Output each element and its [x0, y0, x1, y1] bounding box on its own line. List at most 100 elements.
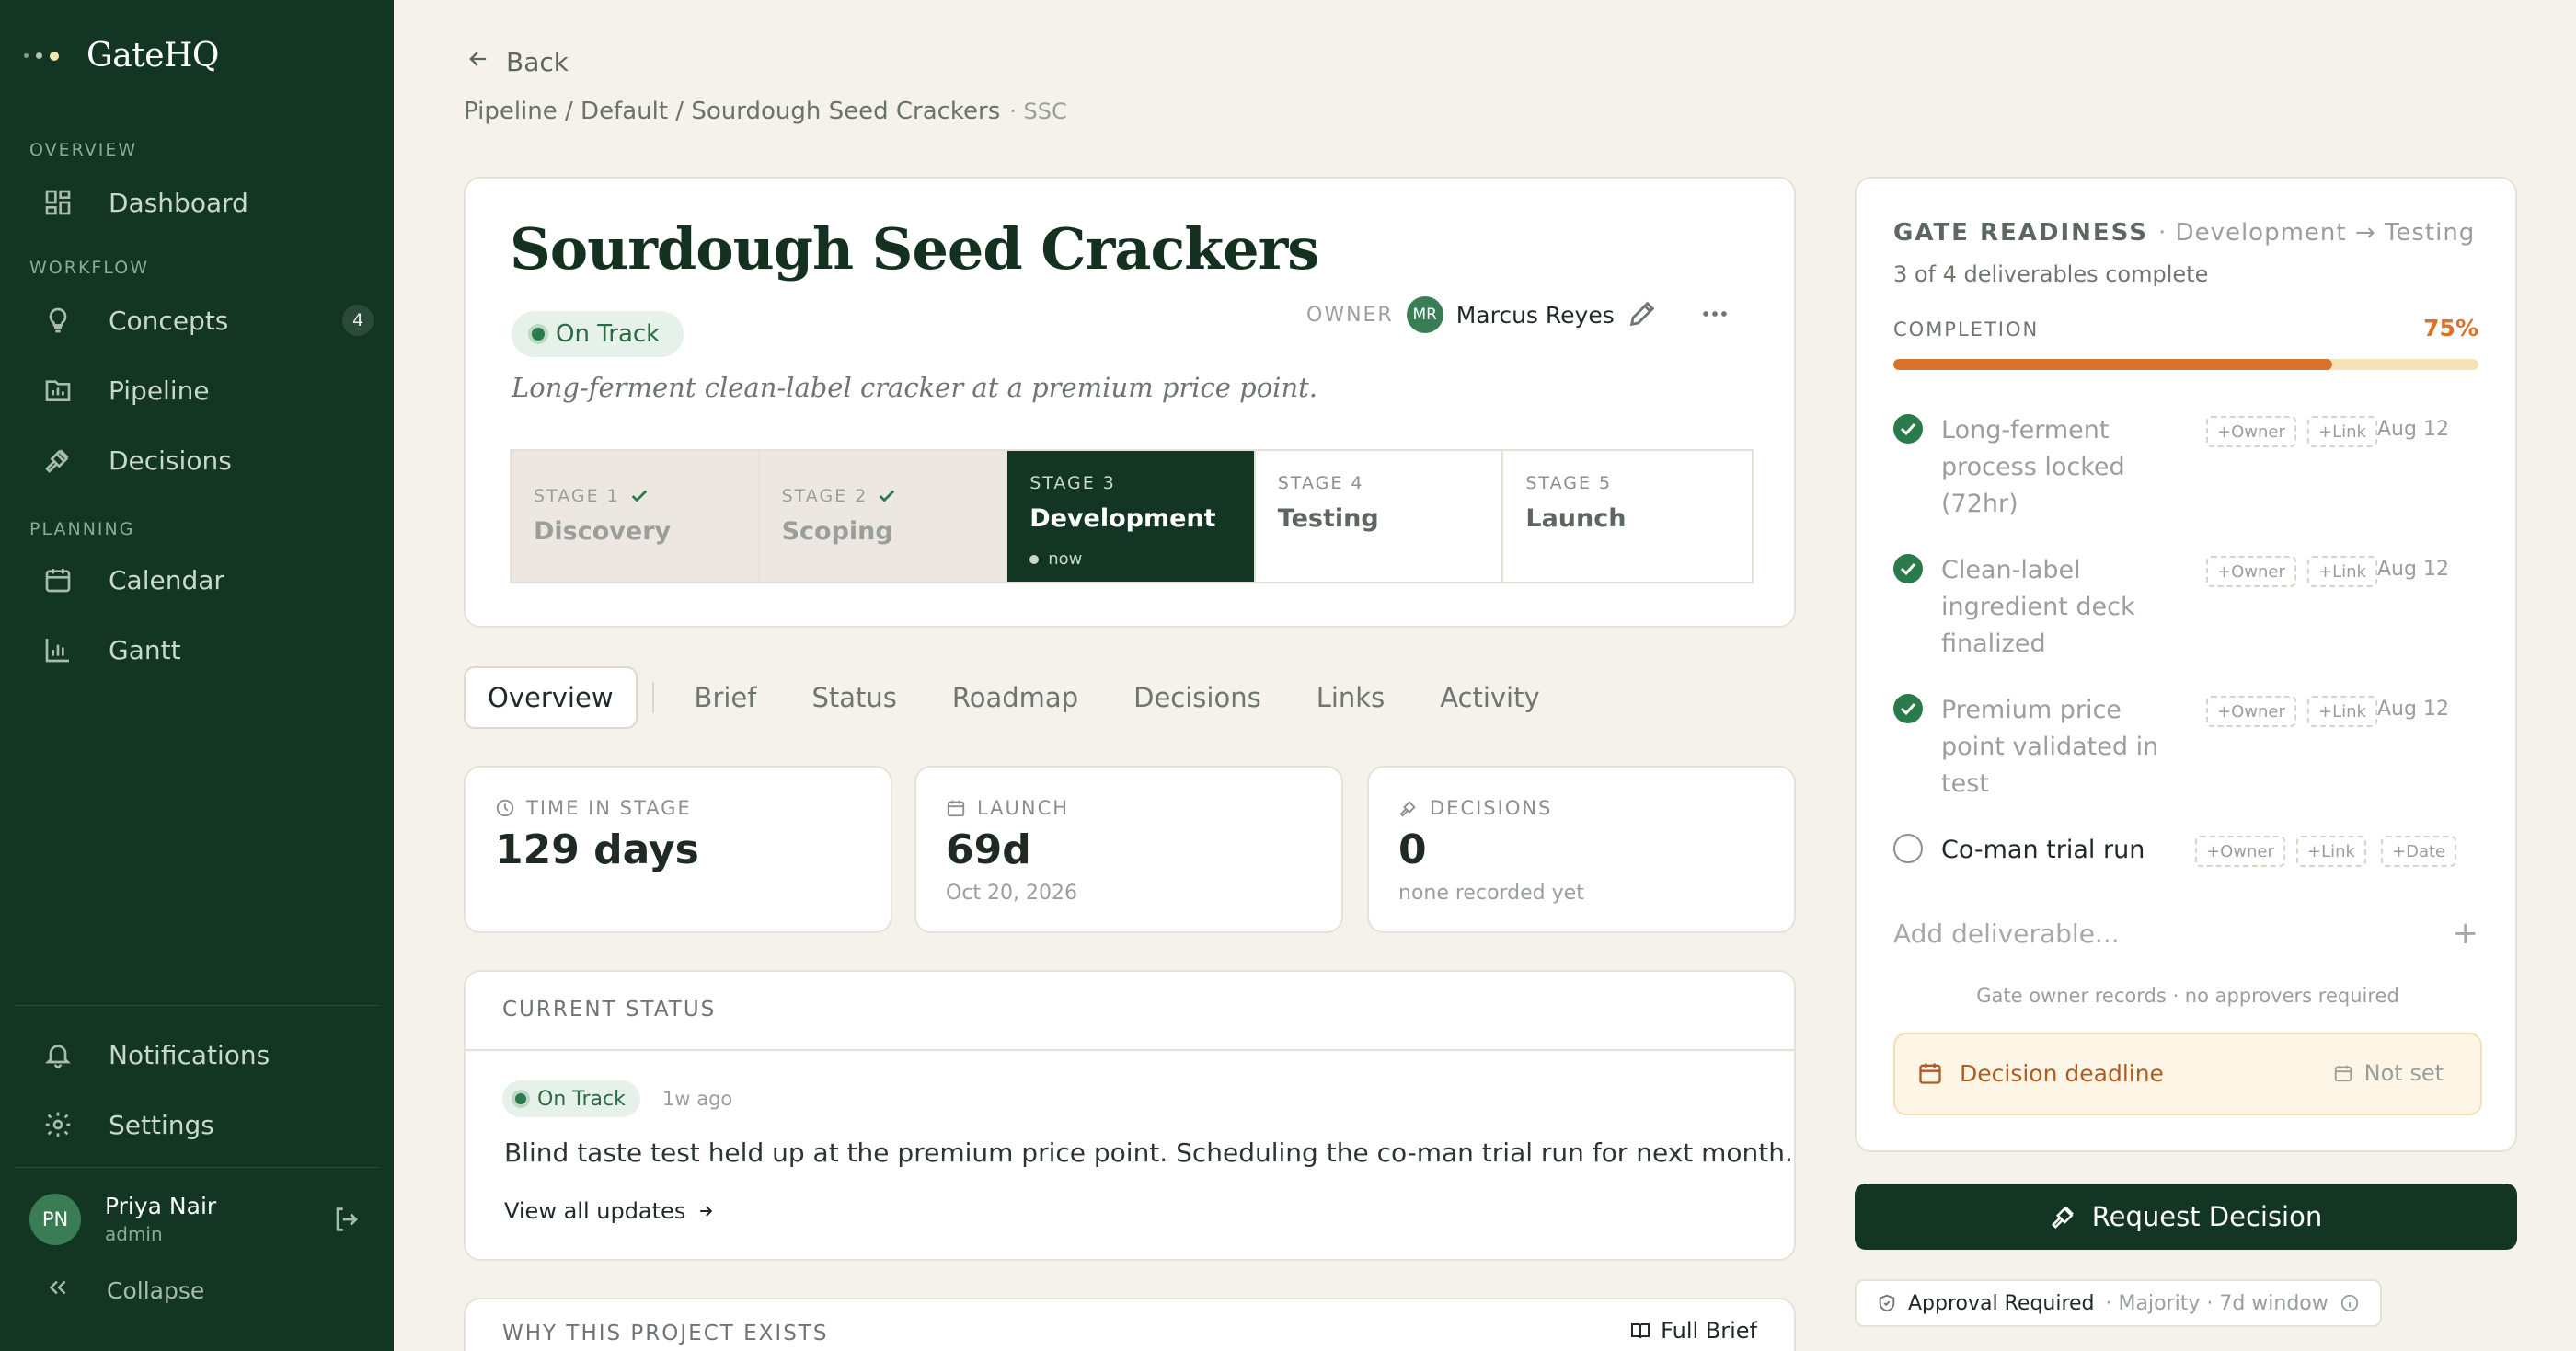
deliverable-name[interactable]: Long-ferment process locked (72hr)	[1941, 412, 2171, 523]
deadline-value[interactable]: Not set	[2333, 1060, 2444, 1086]
now-dot-icon	[1029, 554, 1040, 564]
deliverable-name[interactable]: Premium price point validated in test	[1941, 692, 2171, 803]
back-label: Back	[506, 47, 569, 77]
pencil-icon[interactable]	[1627, 298, 1658, 333]
add-owner-tag[interactable]: +Owner	[2206, 416, 2296, 447]
sidebar-item-dashboard[interactable]: Dashboard	[42, 175, 374, 230]
stat-value: 0	[1398, 826, 1427, 873]
collapse-button[interactable]: Collapse	[46, 1276, 204, 1305]
add-link-tag[interactable]: +Link	[2307, 556, 2377, 587]
owner[interactable]: OWNER MR Marcus Reyes	[1306, 296, 1615, 333]
sidebar-item-notifications[interactable]: Notifications	[42, 1027, 374, 1082]
bell-icon	[42, 1039, 74, 1070]
sidebar-divider	[15, 1167, 379, 1168]
sidebar-item-concepts[interactable]: Concepts 4	[42, 293, 374, 348]
section-heading: CURRENT STATUS	[466, 972, 1794, 1051]
stat-label: LAUNCH	[977, 797, 1070, 819]
stage-3[interactable]: STAGE 3 Development now	[1007, 451, 1256, 582]
user-profile[interactable]: PN Priya Nair admin	[29, 1193, 216, 1245]
shield-check-icon	[1879, 1294, 1895, 1312]
add-owner-tag[interactable]: +Owner	[2195, 836, 2285, 867]
approval-badge[interactable]: Approval Required · Majority · 7d window	[1855, 1279, 2382, 1327]
logout-icon[interactable]	[331, 1204, 362, 1239]
nav-section-workflow: WORKFLOW	[29, 258, 149, 278]
user-role: admin	[105, 1223, 163, 1245]
tab-links[interactable]: Links	[1289, 666, 1413, 729]
gate-note: Gate owner records · no approvers requir…	[1976, 985, 2399, 1007]
sidebar-item-pipeline[interactable]: Pipeline	[42, 363, 374, 418]
link-label: Full Brief	[1661, 1318, 1757, 1344]
stage-2[interactable]: STAGE 2 Scoping	[759, 451, 1008, 582]
add-owner-tag[interactable]: +Owner	[2206, 556, 2296, 587]
stage-5[interactable]: STAGE 5 Launch	[1503, 451, 1752, 582]
tab-status[interactable]: Status	[784, 666, 924, 729]
tab-roadmap[interactable]: Roadmap	[925, 666, 1106, 729]
link-label: View all updates	[504, 1198, 686, 1224]
status-badge[interactable]: On Track	[512, 311, 684, 357]
tab-activity[interactable]: Activity	[1412, 666, 1567, 729]
tab-divider	[651, 682, 654, 713]
stage-1[interactable]: STAGE 1 Discovery	[512, 451, 760, 582]
sidebar-item-gantt[interactable]: Gantt	[42, 622, 374, 677]
status-label: On Track	[537, 1087, 626, 1111]
stat-value: 129 days	[495, 826, 699, 873]
full-brief-link[interactable]: Full Brief	[1629, 1318, 1757, 1344]
add-owner-tag[interactable]: +Owner	[2206, 696, 2296, 727]
stat-sub: Oct 20, 2026	[946, 882, 1077, 905]
gate-transition: · Development → Testing	[2158, 219, 2476, 247]
request-decision-button[interactable]: Request Decision	[1855, 1184, 2517, 1250]
calendar-icon	[947, 800, 965, 817]
breadcrumb-path[interactable]: Pipeline / Default / Sourdough Seed Crac…	[464, 98, 1000, 125]
checkmark-icon[interactable]	[1893, 694, 1923, 723]
section-heading: WHY THIS PROJECT EXISTS	[502, 1322, 829, 1345]
sidebar-item-label: Gantt	[109, 634, 181, 665]
add-link-tag[interactable]: +Link	[2307, 416, 2377, 447]
add-deliverable-input[interactable]: Add deliverable...	[1893, 918, 2482, 949]
stage-name: Development	[1029, 504, 1216, 533]
checkmark-icon[interactable]	[1893, 414, 1923, 444]
empty-checkbox-icon[interactable]	[1893, 834, 1923, 863]
lightbulb-icon	[42, 305, 74, 336]
stage-4[interactable]: STAGE 4 Testing	[1256, 451, 1504, 582]
page-title: Sourdough Seed Crackers	[510, 215, 1319, 283]
add-date-tag[interactable]: +Date	[2381, 836, 2457, 867]
bar-chart-icon	[42, 634, 74, 665]
sidebar-divider	[15, 1005, 379, 1006]
sidebar-item-decisions[interactable]: Decisions	[42, 433, 374, 488]
check-icon	[631, 490, 648, 502]
add-link-tag[interactable]: +Link	[2307, 696, 2377, 727]
tab-brief[interactable]: Brief	[667, 666, 785, 729]
sidebar-item-label: Decisions	[109, 445, 232, 476]
tab-overview[interactable]: Overview	[464, 666, 638, 729]
progress-fill	[1893, 359, 2332, 370]
sidebar-item-label: Notifications	[109, 1039, 270, 1070]
more-icon[interactable]	[1698, 298, 1731, 333]
info-icon[interactable]	[2340, 1293, 2360, 1313]
nav-section-overview: OVERVIEW	[29, 140, 138, 160]
sidebar-item-calendar[interactable]: Calendar	[42, 552, 374, 607]
stage-name: Testing	[1277, 504, 1379, 533]
plus-icon[interactable]: +	[2453, 915, 2479, 952]
nav-section-planning: PLANNING	[29, 519, 135, 539]
back-link[interactable]: Back	[466, 46, 569, 78]
sidebar-item-label: Calendar	[109, 564, 224, 595]
deliverable-name[interactable]: Clean-label ingredient deck finalized	[1941, 552, 2171, 663]
sidebar-item-settings[interactable]: Settings	[42, 1097, 374, 1152]
tab-decisions[interactable]: Decisions	[1106, 666, 1289, 729]
brand[interactable]: GateHQ	[24, 37, 219, 75]
gate-readiness-card: GATE READINESS · Development → Testing 3…	[1855, 177, 2517, 1152]
view-all-updates-link[interactable]: View all updates	[504, 1198, 715, 1224]
deliverable-name[interactable]: Co-man trial run	[1941, 832, 2180, 869]
logo-icon	[24, 51, 59, 61]
deliverable-date: Aug 12	[2377, 558, 2449, 581]
add-link-tag[interactable]: +Link	[2296, 836, 2366, 867]
approval-label: Approval Required	[1908, 1291, 2095, 1315]
project-description: Long-ferment clean-label cracker at a pr…	[512, 372, 1318, 403]
owner-label: OWNER	[1306, 303, 1394, 327]
checkmark-icon[interactable]	[1893, 554, 1923, 583]
gate-heading: GATE READINESS	[1893, 219, 2148, 247]
decision-deadline[interactable]: Decision deadline Not set	[1893, 1033, 2482, 1115]
sidebar-item-label: Settings	[109, 1109, 214, 1140]
status-dot-icon	[532, 328, 545, 341]
stat-sub: none recorded yet	[1398, 882, 1584, 905]
